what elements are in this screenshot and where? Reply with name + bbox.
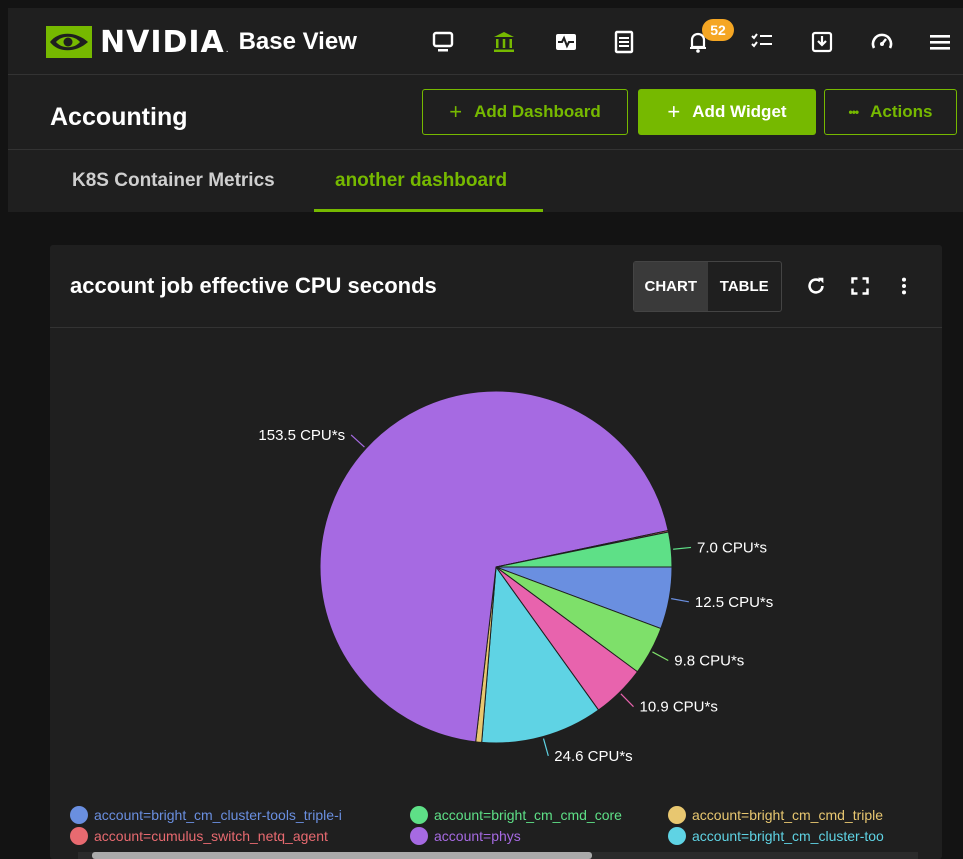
actions-button[interactable]: ••• Actions	[824, 89, 957, 135]
page-title: Accounting	[50, 103, 188, 131]
slice-label-leader	[542, 738, 549, 757]
slice-value-label: 12.5 CPU*s	[695, 594, 773, 611]
tab-another-dashboard[interactable]: another dashboard	[335, 170, 507, 192]
slice-label-leader	[652, 651, 669, 662]
tab-k8s-container-metrics[interactable]: K8S Container Metrics	[72, 170, 275, 192]
add-dashboard-button[interactable]: + Add Dashboard	[422, 89, 628, 135]
brand-name: NVIDIA	[100, 24, 225, 60]
cpu-seconds-widget: account job effective CPU seconds CHART …	[50, 245, 942, 859]
legend-color-dot	[70, 806, 88, 824]
legend-label: account=bright_cm_cluster-too	[692, 828, 884, 844]
more-dots-icon: •••	[848, 105, 860, 119]
monitor-icon[interactable]	[427, 26, 459, 58]
nvidia-logo[interactable]: NVIDIA . Base View	[46, 22, 357, 62]
brand-reg-mark: .	[225, 43, 229, 55]
legend-item[interactable]: account=phys	[410, 827, 521, 845]
slice-value-label: 24.6 CPU*s	[554, 748, 632, 765]
legend-label: account=bright_cm_cmd_triple	[692, 807, 884, 823]
add-widget-button[interactable]: + Add Widget	[638, 89, 816, 135]
slice-value-label: 7.0 CPU*s	[697, 539, 767, 556]
legend-item[interactable]: account=cumulus_switch_netq_agent	[70, 827, 328, 845]
pie-chart: 12.5 CPU*s 9.8 CPU*s 10.9 CPU*s 24.6 CPU*s 1…	[258, 390, 773, 765]
plus-icon: +	[449, 99, 463, 124]
legend-item[interactable]: account=bright_cm_cluster-tools_triple-i	[70, 806, 342, 824]
monitoring-icon[interactable]	[550, 26, 582, 58]
legend-color-dot	[410, 827, 428, 845]
log-icon[interactable]	[608, 26, 640, 58]
slice-label-leader	[673, 546, 692, 550]
plus-icon: +	[667, 99, 681, 124]
checklist-icon[interactable]	[746, 26, 778, 58]
nvidia-eye-icon	[46, 26, 92, 58]
legend-label: account=cumulus_switch_netq_agent	[94, 828, 328, 844]
dashboard-tabs: K8S Container Metrics another dashboard	[8, 150, 963, 212]
notification-count-badge[interactable]: 52	[702, 19, 734, 41]
legend-scrollbar[interactable]	[78, 852, 918, 859]
legend-label: account=bright_cm_cmd_core	[434, 807, 622, 823]
slice-value-label: 9.8 CPU*s	[674, 653, 744, 670]
legend-item[interactable]: account=bright_cm_cmd_triple	[668, 806, 883, 824]
legend-label: account=phys	[434, 828, 521, 844]
legend-item[interactable]: account=bright_cm_cmd_core	[410, 806, 622, 824]
slice-value-label: 153.5 CPU*s	[258, 427, 345, 444]
page-header: Accounting + Add Dashboard + Add Widget …	[8, 75, 963, 150]
actions-label: Actions	[870, 102, 933, 121]
top-bar: NVIDIA . Base View 52	[8, 8, 963, 75]
legend-color-dot	[668, 827, 686, 845]
download-icon[interactable]	[806, 26, 838, 58]
legend-color-dot	[70, 827, 88, 845]
active-tab-indicator	[314, 209, 543, 212]
legend-label: account=bright_cm_cluster-tools_triple-i	[94, 807, 342, 823]
legend-color-dot	[410, 806, 428, 824]
product-name: Base View	[238, 28, 357, 55]
slice-label-leader	[620, 693, 634, 708]
legend-item[interactable]: account=bright_cm_cluster-too	[668, 827, 884, 845]
bank-icon[interactable]	[488, 26, 520, 58]
legend-color-dot	[668, 806, 686, 824]
add-widget-label: Add Widget	[692, 102, 787, 121]
slice-label-leader	[671, 598, 689, 603]
scrollbar-thumb[interactable]	[92, 852, 592, 859]
dashboard-gauge-icon[interactable]	[866, 26, 898, 58]
slice-value-label: 10.9 CPU*s	[639, 699, 717, 716]
add-dashboard-label: Add Dashboard	[474, 102, 601, 121]
menu-hamburger-icon[interactable]	[924, 26, 956, 58]
slice-label-leader	[350, 434, 365, 448]
